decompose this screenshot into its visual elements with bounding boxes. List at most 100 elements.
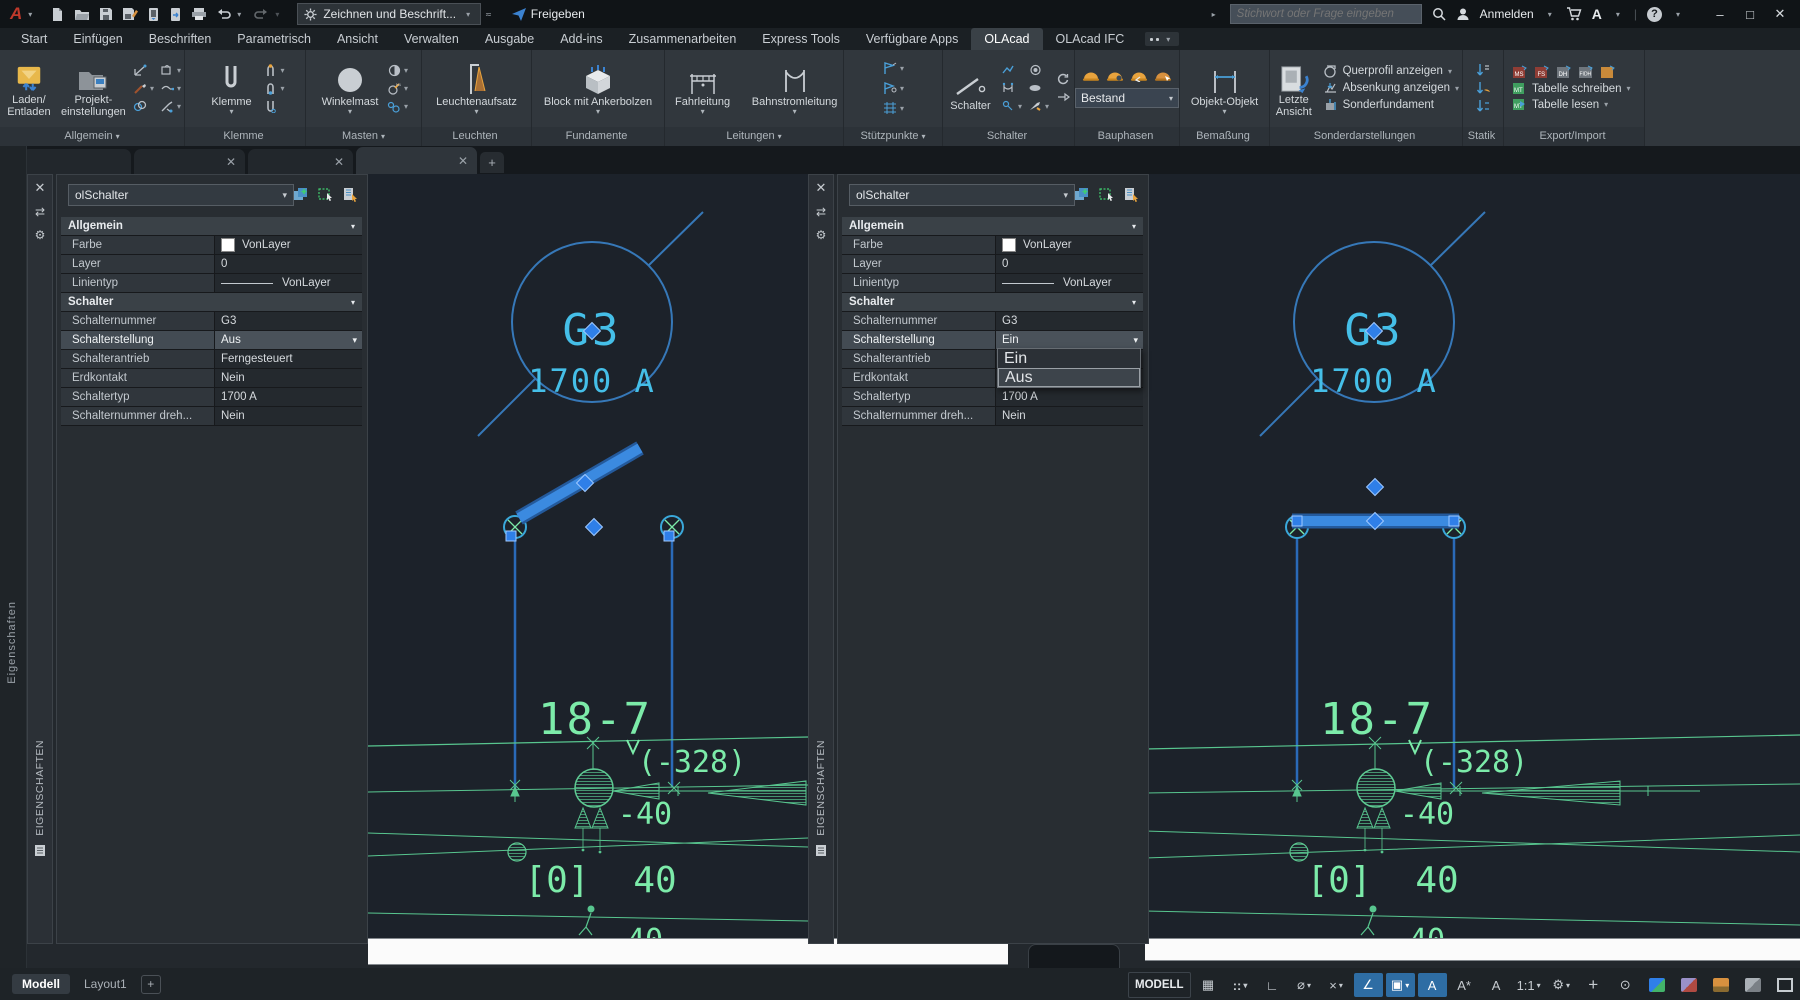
dimension-18-7[interactable]: 18-7 bbox=[1320, 694, 1434, 745]
close-button[interactable]: ✕ bbox=[1770, 6, 1790, 22]
schalter-tool1-icon[interactable] bbox=[1000, 63, 1017, 78]
dimension-328[interactable]: (-328) bbox=[638, 745, 746, 780]
helmet-phase1-icon[interactable] bbox=[1106, 68, 1124, 82]
workspace-status-icon[interactable] bbox=[1643, 973, 1672, 997]
dimension-0[interactable]: [0] bbox=[1306, 860, 1371, 901]
layout-tab-layout1[interactable]: Layout1 bbox=[74, 974, 137, 994]
dropdown-option-ein[interactable]: Ein bbox=[998, 349, 1140, 368]
row-layer[interactable]: Layer0 bbox=[61, 255, 362, 274]
switch-type-text[interactable]: 1700 A bbox=[1310, 362, 1438, 400]
measure-tool-icon[interactable] bbox=[132, 63, 149, 78]
tab-verwalten[interactable]: Verwalten bbox=[391, 28, 472, 50]
small-mast-symbol[interactable] bbox=[1290, 843, 1308, 861]
export-misc-icon[interactable] bbox=[1600, 65, 1616, 79]
grip-square-right[interactable] bbox=[664, 531, 674, 541]
tab-olacad[interactable]: OLAcad bbox=[971, 28, 1042, 50]
row-farbe[interactable]: FarbeVonLayer bbox=[842, 236, 1143, 255]
publish-icon[interactable] bbox=[169, 7, 182, 22]
tab-close-icon[interactable]: ✕ bbox=[226, 155, 236, 169]
toggle-pickadd-icon[interactable] bbox=[292, 186, 309, 202]
annotation-monitor-icon[interactable] bbox=[1675, 973, 1704, 997]
schalter-tool6-icon[interactable] bbox=[1054, 90, 1071, 105]
tab-express-tools[interactable]: Express Tools bbox=[749, 28, 853, 50]
autodesk-apps-icon[interactable]: A bbox=[1592, 6, 1602, 22]
panel-label-schalter[interactable]: Schalter bbox=[943, 127, 1074, 146]
palette-anchor-bar[interactable]: Eigenschaften bbox=[0, 146, 27, 968]
laden-entladen-button[interactable]: Laden/ Entladen bbox=[3, 58, 55, 118]
sync-tool-icon[interactable] bbox=[132, 99, 149, 114]
panel-label-bemassung[interactable]: Bemaßung bbox=[1180, 127, 1269, 146]
tab-olacad-ifc[interactable]: OLAcad IFC bbox=[1043, 28, 1138, 50]
mast-symbol[interactable] bbox=[1357, 769, 1395, 807]
toggle-pickadd-icon[interactable] bbox=[1073, 186, 1090, 202]
isodraft-toggle-icon[interactable]: ×▾ bbox=[1322, 973, 1351, 997]
stuetzpunkt-grid-icon[interactable] bbox=[882, 101, 899, 116]
klemme-variant-icon[interactable] bbox=[262, 63, 279, 78]
stuetzpunkt-flag-icon[interactable] bbox=[882, 61, 899, 76]
panel-label-klemme[interactable]: Klemme bbox=[185, 127, 305, 146]
section-schalter[interactable]: Schalter▾ bbox=[61, 293, 362, 312]
panel-label-stuetzpunkte[interactable]: Stützpunkte▾ bbox=[844, 127, 942, 146]
dimension-328[interactable]: (-328) bbox=[1420, 745, 1528, 780]
schalter-tool7-icon[interactable] bbox=[1000, 99, 1017, 114]
tab-verfuegbare-apps[interactable]: Verfügbare Apps bbox=[853, 28, 971, 50]
drawing-tab-2[interactable]: ✕ bbox=[134, 149, 245, 174]
dimension-40neg[interactable]: -40 bbox=[618, 797, 672, 832]
crosshair-icon[interactable]: + bbox=[1579, 973, 1608, 997]
dimension-0[interactable]: [0] bbox=[524, 860, 589, 901]
palette-settings-icon[interactable]: ⚙ bbox=[35, 228, 46, 242]
tab-ansicht[interactable]: Ansicht bbox=[324, 28, 391, 50]
panel-label-fundamente[interactable]: Fundamente bbox=[532, 127, 664, 146]
dropdown-option-aus[interactable]: Aus bbox=[998, 368, 1140, 387]
dimension-18-7[interactable]: 18-7 bbox=[538, 694, 652, 745]
new-layout-button[interactable]: + bbox=[141, 975, 161, 994]
units-status-icon[interactable] bbox=[1707, 973, 1736, 997]
tabelle-lesen-button[interactable]: MTTabelle lesen▾ bbox=[1512, 98, 1608, 111]
right-drawing-canvas[interactable]: G3 1700 A 18-7 (-328) -40 bbox=[1145, 174, 1800, 938]
tab-einfuegen[interactable]: Einfügen bbox=[60, 28, 135, 50]
ortho-toggle-icon[interactable]: ∟ bbox=[1258, 973, 1287, 997]
tools-icon[interactable] bbox=[159, 99, 176, 114]
absenkung-button[interactable]: Absenkung anzeigen▾ bbox=[1323, 81, 1459, 95]
panel-label-export[interactable]: Export/Import bbox=[1504, 127, 1644, 146]
left-drawing-canvas[interactable]: G3 1700 A 18-7 (-328) -40 bbox=[368, 174, 808, 938]
klemme-variant2-icon[interactable] bbox=[262, 81, 279, 96]
tab-beschriften[interactable]: Beschriften bbox=[136, 28, 225, 50]
dimension-40[interactable]: 40 bbox=[633, 860, 676, 901]
drawing-tab-1[interactable] bbox=[22, 149, 131, 174]
search-input[interactable] bbox=[1230, 4, 1422, 24]
fahrleitung-button[interactable]: Fahrleitung ▾ bbox=[668, 60, 737, 116]
helmet-bestand-icon[interactable] bbox=[1082, 68, 1100, 82]
osnap-tracking-toggle-icon[interactable]: ∠ bbox=[1354, 973, 1383, 997]
help-icon[interactable]: ? bbox=[1647, 7, 1662, 22]
export-ms-icon[interactable]: MS bbox=[1512, 65, 1528, 79]
schalter-tool8-icon[interactable] bbox=[1027, 99, 1044, 114]
palette-dock-icon[interactable]: ⇄ bbox=[816, 205, 826, 219]
row-schalternummer-dreh[interactable]: Schalternummer dreh...Nein bbox=[842, 407, 1143, 426]
quickproperties-icon[interactable] bbox=[1739, 973, 1768, 997]
scale-button[interactable]: 1:1▾ bbox=[1514, 973, 1544, 997]
cart-icon[interactable] bbox=[1566, 7, 1582, 21]
statik-tool3-icon[interactable] bbox=[1475, 99, 1491, 113]
row-linientyp[interactable]: LinientypVonLayer bbox=[61, 274, 362, 293]
search-expand-icon[interactable]: ▸ bbox=[1212, 10, 1216, 19]
block-mit-ankerbolzen-button[interactable]: Block mit Ankerbolzen ▾ bbox=[535, 60, 661, 116]
autocad-logo-icon[interactable]: A bbox=[10, 4, 22, 24]
schalter-button[interactable]: Schalter bbox=[946, 64, 995, 112]
section-allgemein[interactable]: Allgemein▾ bbox=[842, 217, 1143, 236]
quick-select-icon[interactable] bbox=[1123, 186, 1140, 202]
new-file-icon[interactable] bbox=[50, 7, 65, 22]
querprofil-button[interactable]: Querprofil anzeigen▾ bbox=[1323, 64, 1452, 78]
right-window-layout-tab-stub[interactable] bbox=[1028, 944, 1120, 971]
polar-toggle-icon[interactable]: ⌀▾ bbox=[1290, 973, 1319, 997]
panel-label-bauphasen[interactable]: Bauphasen bbox=[1075, 127, 1179, 146]
tab-close-icon[interactable]: ✕ bbox=[334, 155, 344, 169]
schalter-tool3-icon[interactable] bbox=[1054, 72, 1071, 87]
row-schalterantrieb[interactable]: SchalterantriebFerngesteuert bbox=[61, 350, 362, 369]
panel-label-allgemein[interactable]: Allgemein▾ bbox=[0, 127, 184, 146]
grip-square-left[interactable] bbox=[506, 531, 516, 541]
qat-customize-icon[interactable]: ≂ bbox=[485, 10, 492, 19]
projekteinstellungen-button[interactable]: Projekt- einstellungen bbox=[60, 58, 127, 118]
schalterstellung-combo[interactable]: Ein▾ bbox=[996, 331, 1143, 349]
palette-close-icon[interactable]: ✕ bbox=[816, 180, 827, 196]
